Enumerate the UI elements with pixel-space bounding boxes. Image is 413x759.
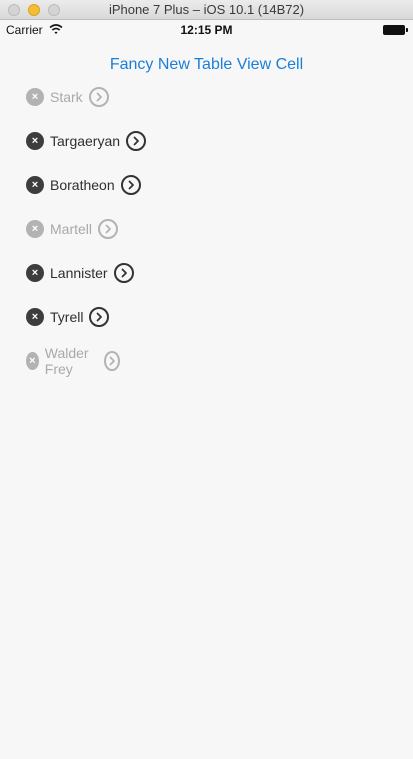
list-item-label: Stark [50,89,83,105]
list-item-label: Targaeryan [50,133,121,149]
chevron-right-icon[interactable] [104,351,120,371]
list-item[interactable]: × Stark [24,85,109,109]
chevron-right-icon[interactable] [98,219,119,239]
chevron-right-icon[interactable] [126,131,147,151]
list-item[interactable]: × Targaeryan [24,129,147,153]
chevron-right-icon[interactable] [120,175,141,195]
delete-icon[interactable]: × [26,352,39,370]
delete-icon[interactable]: × [26,88,44,106]
delete-icon[interactable]: × [26,308,44,326]
status-bar: Carrier 12:15 PM [0,20,413,40]
list-item-label: Tyrell [50,309,84,325]
chevron-right-icon[interactable] [89,307,110,327]
list-item[interactable]: × Lannister [24,261,134,285]
delete-icon[interactable]: × [26,220,44,238]
delete-icon[interactable]: × [26,264,44,282]
window-title: iPhone 7 Plus – iOS 10.1 (14B72) [108,2,305,17]
list-item-label: Martell [50,221,93,237]
list-item[interactable]: × Walder Frey [24,345,120,377]
chevron-right-icon[interactable] [88,87,109,107]
list-item[interactable]: × Martell [24,217,119,241]
simulator-window: iPhone 7 Plus – iOS 10.1 (14B72) Carrier… [0,0,413,759]
delete-icon[interactable]: × [26,176,44,194]
window-titlebar: iPhone 7 Plus – iOS 10.1 (14B72) [0,0,413,20]
list-item-label: Boratheon [50,177,115,193]
list-item[interactable]: × Boratheon [24,173,141,197]
page-title: Fancy New Table View Cell [109,56,304,73]
status-time: 12:15 PM [180,23,233,37]
chevron-right-icon[interactable] [113,263,134,283]
battery-icon [383,25,408,35]
list-item-label: Lannister [50,265,108,281]
list-item[interactable]: × Tyrell [24,305,110,329]
delete-icon[interactable]: × [26,132,44,150]
list-item-label: Walder Frey [44,345,89,377]
